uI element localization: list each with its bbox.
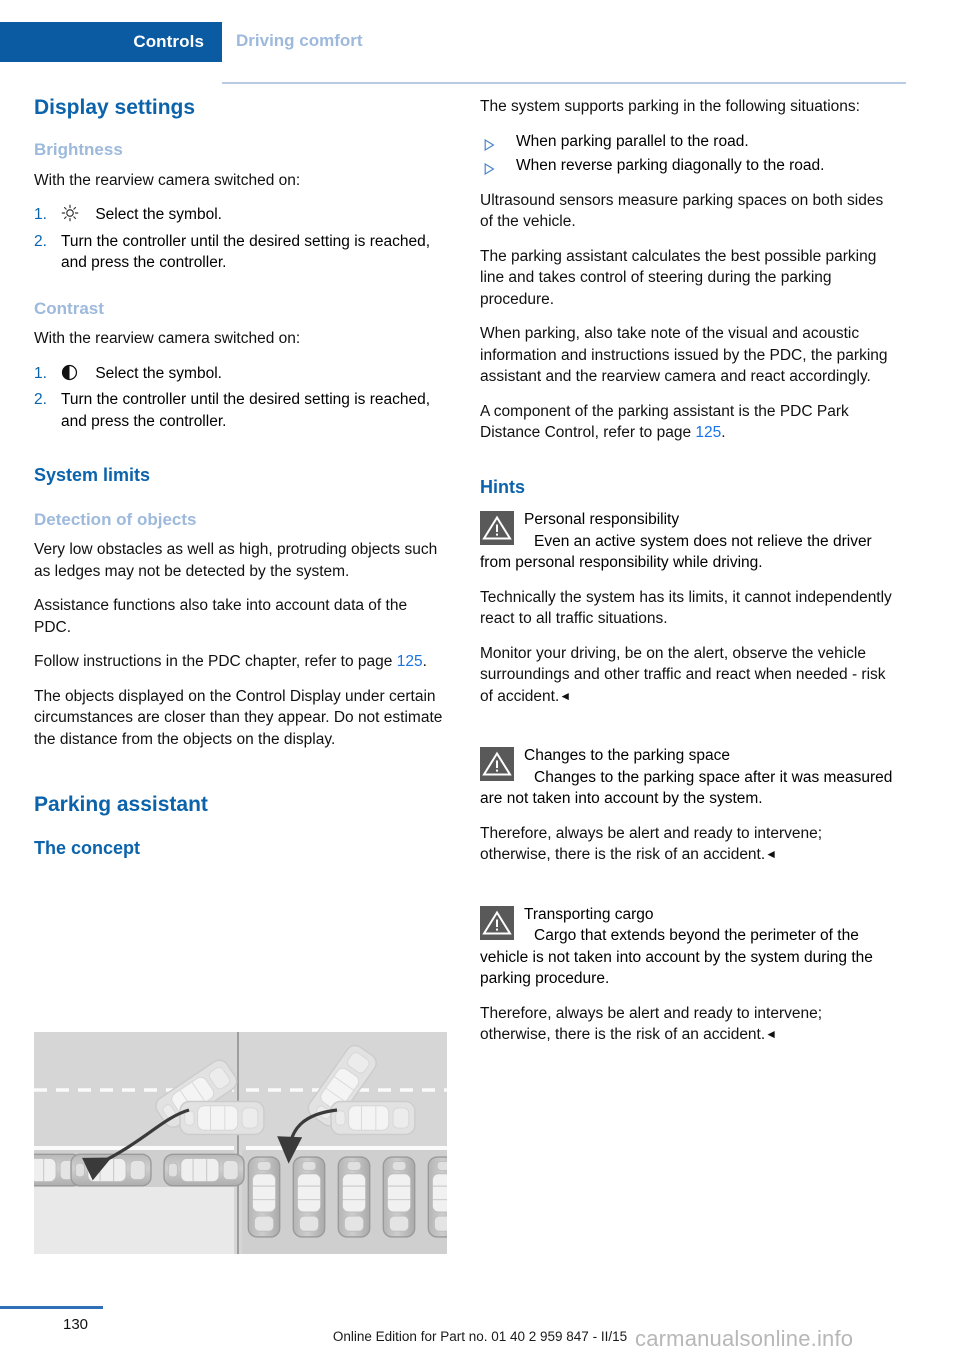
pdc-p4-after: .	[721, 424, 726, 441]
heading-contrast: Contrast	[34, 298, 104, 318]
detection-paragraph-3: Follow instructions in the PDC chapter, …	[34, 651, 448, 673]
supported-situations-intro: The system supports parking in the follo…	[480, 98, 860, 115]
detection-p3-after: .	[422, 653, 427, 671]
step-text: Select the symbol.	[95, 206, 222, 224]
heading-detection-of-objects: Detection of objects	[34, 509, 197, 529]
step-number: 1.	[34, 206, 47, 224]
ultrasound-paragraph: Ultrasound sensors measure parking space…	[480, 191, 884, 231]
warning-lead: Changes to the parking space after it wa…	[480, 767, 894, 810]
warning-paragraph-text: Monitor your driving, be on the alert, o…	[480, 644, 886, 705]
list-item: 2. Turn the controller until the desired…	[34, 389, 448, 432]
step-number: 2.	[34, 232, 47, 250]
contrast-steps: 1. Select the symbol. 2. Turn the contro…	[34, 363, 448, 433]
bullet-text: When reverse parking diagonally to the r…	[516, 157, 825, 174]
warning-paragraph: Therefore, always be alert and ready to …	[480, 823, 894, 866]
list-item: 1. Select the symbol.	[34, 363, 448, 388]
warning-block-transporting-cargo: Transporting cargo Cargo that extends be…	[480, 904, 894, 1059]
page-reference-link[interactable]: 125	[695, 424, 721, 441]
warning-triangle-icon	[480, 511, 514, 546]
heading-parking-assistant: Parking assistant	[34, 793, 208, 817]
step-number: 1.	[34, 364, 47, 382]
warning-paragraph: Technically the system has its limits, i…	[480, 588, 892, 628]
header-section-label: Driving comfort	[236, 31, 363, 50]
header-divider	[222, 82, 906, 84]
warning-lead-text: Changes to the parking space after it wa…	[480, 768, 893, 808]
acoustic-info-paragraph: When parking, also take note of the visu…	[480, 325, 888, 385]
warning-triangle-icon	[480, 905, 514, 940]
step-text: Turn the controller until the desired se…	[61, 232, 431, 272]
step-number: 2.	[34, 391, 47, 409]
contrast-half-circle-icon	[61, 364, 91, 388]
warning-title: Transporting cargo	[524, 905, 654, 923]
footer-divider	[0, 1306, 103, 1309]
warning-block-personal-responsibility: Personal responsibility Even an active s…	[480, 509, 894, 720]
site-watermark: carmanualsonline.info	[635, 1326, 854, 1351]
warning-paragraph: Monitor your driving, be on the alert, o…	[480, 643, 894, 708]
calculates-paragraph: The parking assistant calculates the bes…	[480, 247, 877, 308]
parking-assistant-concept-diagram	[34, 1032, 447, 1254]
header-tab-controls[interactable]: Controls	[0, 22, 222, 62]
warning-lead: Cargo that extends beyond the perimeter …	[480, 925, 894, 990]
detection-paragraph-2: Assistance functions also take into acco…	[34, 597, 408, 636]
step-text: Select the symbol.	[95, 364, 222, 382]
warning-lead-text: Even an active system does not relieve t…	[480, 532, 872, 572]
warning-title: Changes to the parking space	[524, 747, 730, 765]
heading-system-limits: System limits	[34, 465, 151, 486]
detection-p3-before: Follow instructions in the PDC chapter, …	[34, 653, 397, 671]
warning-lead-text: Cargo that extends beyond the perimeter …	[480, 927, 873, 988]
pdc-p4-before: A component of the parking assistant is …	[480, 402, 849, 442]
brightness-intro: With the rearview camera switched on:	[34, 171, 301, 189]
warning-end-mark: ◄	[765, 847, 778, 862]
bullet-text: When parking parallel to the road.	[516, 132, 749, 150]
right-column: The system supports parking in the follo…	[480, 96, 894, 1072]
warning-title: Personal responsibility	[524, 511, 680, 529]
detection-paragraph-4: The objects displayed on the Control Dis…	[34, 687, 443, 748]
step-text: Turn the controller until the desired se…	[61, 391, 431, 430]
page-title-display-settings: Display settings	[34, 96, 196, 119]
warning-end-mark: ◄	[559, 688, 572, 703]
brightness-sun-icon	[61, 204, 91, 229]
warning-lead: Even an active system does not relieve t…	[480, 531, 894, 574]
list-item: When parking parallel to the road.	[480, 131, 894, 153]
heading-brightness: Brightness	[34, 140, 123, 160]
brightness-steps: 1. Select the symbol. 2. Turn the contro…	[34, 204, 448, 274]
pdc-component-paragraph: A component of the parking assistant is …	[480, 401, 894, 444]
list-item: 2. Turn the controller until the desired…	[34, 231, 448, 274]
list-item: When reverse parking diagonally to the r…	[480, 155, 894, 177]
detection-paragraph-1: Very low obstacles as well as high, prot…	[34, 541, 438, 580]
heading-the-concept: The concept	[34, 837, 141, 858]
list-item: 1. Select the symbol.	[34, 204, 448, 229]
warning-end-mark: ◄	[765, 1027, 778, 1042]
page-header: Controls Driving comfort	[0, 22, 960, 84]
supported-situations-list: When parking parallel to the road. When …	[480, 131, 894, 177]
warning-paragraph: Therefore, always be alert and ready to …	[480, 1003, 894, 1046]
warning-triangle-icon	[480, 747, 514, 782]
heading-hints: Hints	[480, 476, 525, 497]
left-column: Display settings Brightness With the rea…	[34, 96, 448, 870]
warning-block-changes-to-parking-space: Changes to the parking space Changes to …	[480, 745, 894, 879]
contrast-intro: With the rearview camera switched on:	[34, 330, 301, 348]
header-tab-label: Controls	[133, 32, 204, 51]
page-reference-link[interactable]: 125	[397, 653, 423, 670]
